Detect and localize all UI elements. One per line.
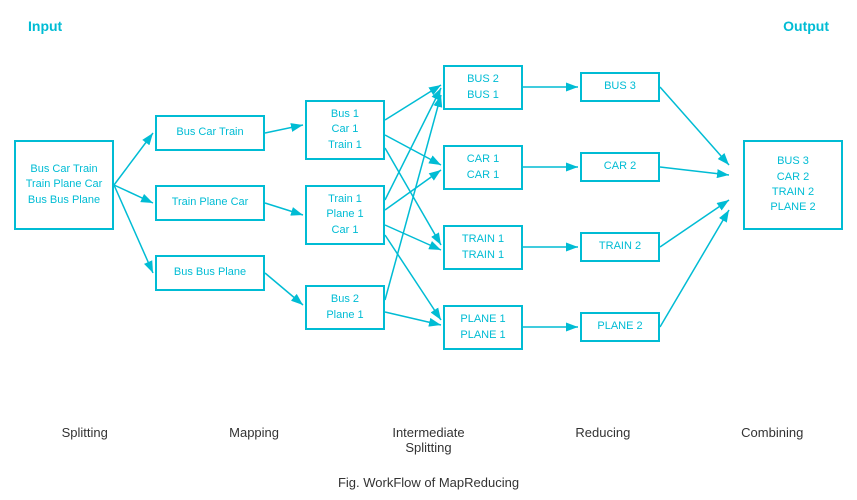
map3-box: Bus 2 Plane 1 — [305, 285, 385, 330]
map1-box: Bus 1 Car 1 Train 1 — [305, 100, 385, 160]
diagram-container: Input Output Bus Car Train Train Plane C… — [0, 0, 857, 440]
reducing-label: Reducing — [553, 425, 653, 455]
inter2-box: CAR 1 CAR 1 — [443, 145, 523, 190]
labels-row: Splitting Mapping IntermediateSplitting … — [0, 425, 857, 455]
reduce3-box: TRAIN 2 — [580, 232, 660, 262]
inter4-box: PLANE 1 PLANE 1 — [443, 305, 523, 350]
reduce4-box: PLANE 2 — [580, 312, 660, 342]
input-box: Bus Car Train Train Plane Car Bus Bus Pl… — [14, 140, 114, 230]
inter1-box: BUS 2 BUS 1 — [443, 65, 523, 110]
splitting-label: Splitting — [35, 425, 135, 455]
inter3-box: TRAIN 1 TRAIN 1 — [443, 225, 523, 270]
combining-label: Combining — [722, 425, 822, 455]
split1-box: Bus Car Train — [155, 115, 265, 151]
output-box: BUS 3 CAR 2 TRAIN 2 PLANE 2 — [743, 140, 843, 230]
output-label: Output — [783, 18, 829, 34]
arrows-svg — [0, 0, 857, 440]
split2-box: Train Plane Car — [155, 185, 265, 221]
reduce2-box: CAR 2 — [580, 152, 660, 182]
fig-caption: Fig. WorkFlow of MapReducing — [0, 470, 857, 490]
map2-box: Train 1 Plane 1 Car 1 — [305, 185, 385, 245]
input-label: Input — [28, 18, 62, 34]
mapping-label: Mapping — [204, 425, 304, 455]
intermediate-splitting-label: IntermediateSplitting — [373, 425, 483, 455]
reduce1-box: BUS 3 — [580, 72, 660, 102]
split3-box: Bus Bus Plane — [155, 255, 265, 291]
